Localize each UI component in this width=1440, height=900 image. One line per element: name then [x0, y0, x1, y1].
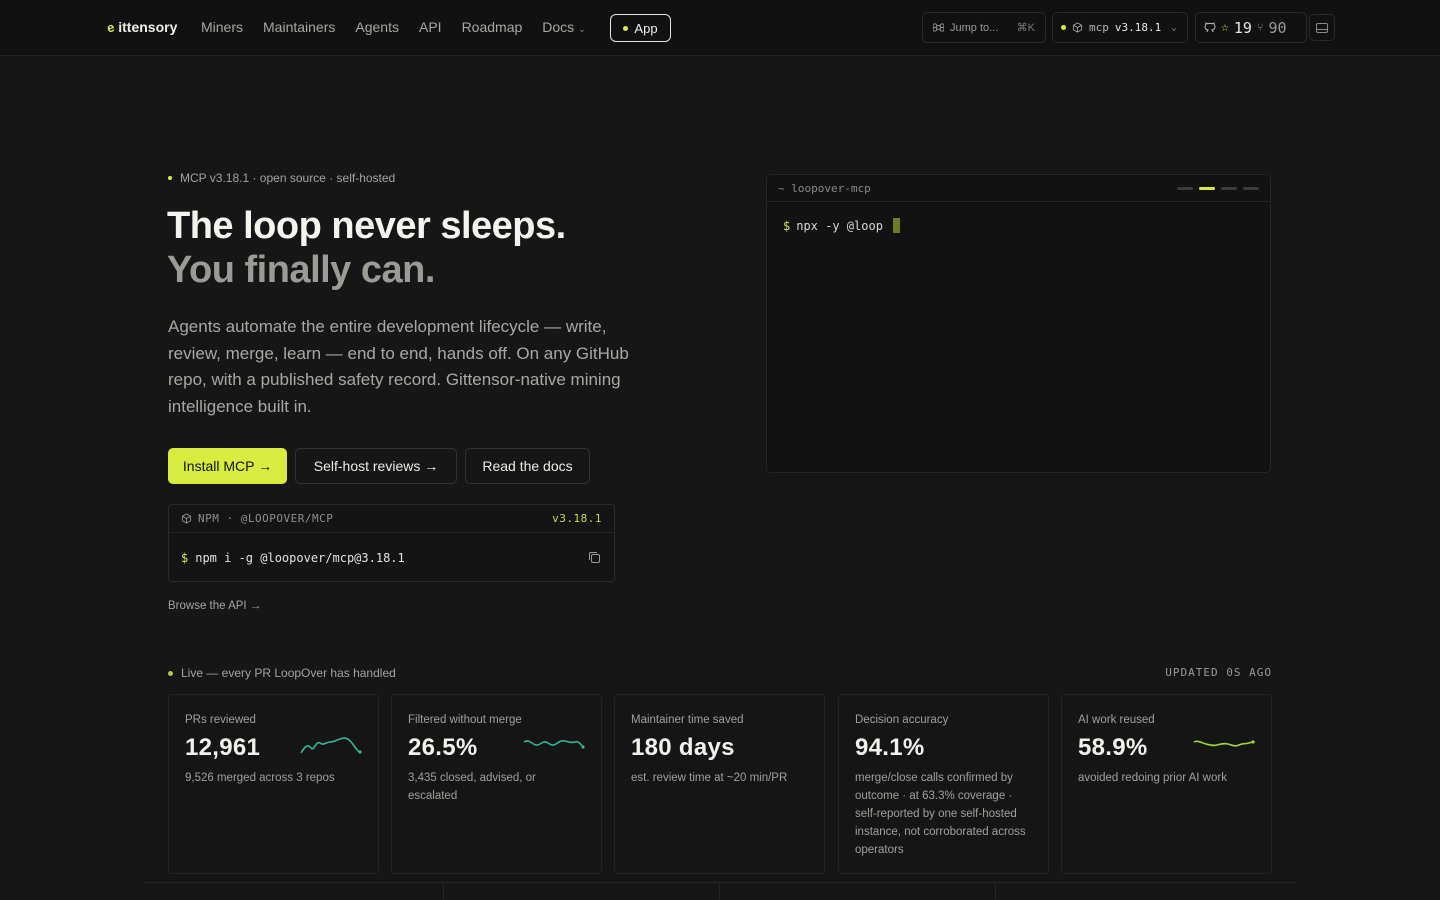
terminal-demo: ~ loopover-mcp $ npx -y @loop	[766, 174, 1271, 473]
terminal-command: npx -y @loop	[796, 218, 883, 233]
stat-sub: 3,435 closed, advised, or escalated	[408, 772, 536, 802]
version-value: v3.18.1	[1114, 21, 1162, 34]
star-count: 19	[1233, 18, 1252, 37]
stat-value: 12,961	[185, 734, 261, 761]
updated-timestamp: UPDATED 0S AGO	[1165, 666, 1272, 679]
star-icon: ☆	[1221, 20, 1229, 35]
chevron-down-icon: ⌄	[578, 24, 586, 34]
logo-text: ittensory	[118, 19, 178, 35]
nav-link-api[interactable]: API	[419, 19, 442, 35]
stat-card-filtered: Filtered without merge 26.5% 3,435 close…	[391, 694, 602, 874]
nav-link-docs-label: Docs	[542, 19, 575, 35]
eyebrow-text: MCP v3.18.1 · open source · self-hosted	[180, 171, 396, 185]
column-divider	[995, 883, 996, 900]
self-host-reviews-button[interactable]: Self-host reviews →	[295, 448, 457, 484]
browse-api-link[interactable]: Browse the API →	[168, 600, 261, 612]
stat-card-time-saved: Maintainer time saved 180 days est. revi…	[614, 694, 825, 874]
live-label: Live — every PR LoopOver has handled	[168, 666, 396, 680]
live-dot-icon	[168, 670, 173, 676]
install-mcp-button[interactable]: Install MCP →	[168, 448, 287, 484]
stat-label: Decision accuracy	[855, 714, 949, 726]
nav-links: Miners Maintainers Agents API Roadmap Do…	[201, 19, 586, 35]
nav-link-docs[interactable]: Docs ⌄	[542, 19, 585, 35]
pager-dot-1[interactable]	[1177, 186, 1193, 190]
nav-link-maintainers[interactable]: Maintainers	[263, 19, 335, 35]
stat-sub: merge/close calls confirmed by outcome ·…	[855, 772, 1026, 856]
dock-toggle-button[interactable]	[1309, 14, 1335, 41]
live-label-text: Live — every PR LoopOver has handled	[181, 666, 396, 680]
stat-card-prs-reviewed: PRs reviewed 12,961 9,526 merged across …	[168, 694, 379, 874]
logo-mark-icon: e	[105, 18, 117, 36]
package-icon	[181, 513, 192, 524]
read-docs-button[interactable]: Read the docs	[465, 448, 590, 484]
github-icon	[1204, 21, 1216, 32]
terminal-header: ~ loopover-mcp	[767, 175, 1270, 202]
top-nav: e ittensory Miners Maintainers Agents AP…	[0, 0, 1440, 56]
npm-prompt: $	[181, 550, 189, 565]
panel-icon	[1316, 22, 1328, 33]
command-icon	[933, 23, 944, 32]
jump-shortcut: ⌘K	[1016, 22, 1035, 34]
pager-dot-4[interactable]	[1243, 186, 1259, 190]
pager-dot-3[interactable]	[1221, 186, 1237, 190]
terminal-pager	[1177, 186, 1259, 190]
stat-card-ai-reused: AI work reused 58.9% avoided redoing pri…	[1061, 694, 1272, 874]
stat-label: Filtered without merge	[408, 714, 522, 726]
pager-dot-2[interactable]	[1199, 186, 1215, 190]
logo[interactable]: e ittensory	[105, 18, 178, 36]
hero-eyebrow: MCP v3.18.1 · open source · self-hosted	[168, 171, 395, 185]
terminal-cursor	[892, 218, 900, 233]
fork-count: 90	[1268, 18, 1287, 37]
jump-to-search[interactable]: Jump to... ⌘K	[922, 12, 1046, 43]
column-divider	[719, 883, 720, 900]
terminal-body: $ npx -y @loop	[767, 202, 1270, 249]
status-dot-icon	[623, 25, 629, 31]
eyebrow-dot-icon	[168, 176, 172, 180]
version-prefix: mcp	[1089, 21, 1109, 34]
app-button-label: App	[634, 20, 658, 36]
github-stats[interactable]: ☆ 19 ⑂ 90	[1195, 12, 1307, 43]
stat-value: 94.1%	[855, 734, 925, 761]
npm-header: NPM · @LOOPOVER/MCP v3.18.1	[169, 505, 614, 533]
sparkline-icon	[523, 739, 585, 749]
column-divider	[443, 883, 444, 900]
version-status-dot-icon	[1061, 25, 1066, 30]
stat-card-accuracy: Decision accuracy 94.1% merge/close call…	[838, 694, 1049, 874]
npm-install-box: NPM · @LOOPOVER/MCP v3.18.1 $ npm i -g @…	[168, 504, 615, 582]
nav-link-roadmap[interactable]: Roadmap	[462, 19, 523, 35]
copy-icon	[588, 552, 600, 563]
stat-value: 26.5%	[408, 734, 478, 761]
sparkline-icon	[300, 737, 362, 754]
npm-command[interactable]: npm i -g @loopover/mcp@3.18.1	[195, 551, 405, 565]
version-chevron-icon: ⌄	[1171, 22, 1177, 33]
copy-button[interactable]	[586, 550, 602, 566]
stat-label: AI work reused	[1078, 714, 1155, 726]
terminal-title: ~ loopover-mcp	[778, 181, 871, 195]
hero-lead: Agents automate the entire development l…	[168, 317, 629, 416]
app-button[interactable]: App	[610, 14, 671, 42]
stat-sub: 9,526 merged across 3 repos	[185, 772, 335, 784]
stat-value: 180 days	[631, 734, 735, 761]
nav-link-miners[interactable]: Miners	[201, 19, 243, 35]
stat-value: 58.9%	[1078, 734, 1148, 761]
package-icon	[1072, 22, 1083, 33]
jump-label: Jump to...	[950, 21, 999, 34]
sparkline-icon	[1193, 740, 1255, 747]
hero-title-line1: The loop never sleeps.	[167, 205, 566, 247]
stat-label: PRs reviewed	[185, 714, 256, 726]
version-selector[interactable]: mcp v3.18.1 ⌄	[1052, 12, 1188, 43]
hero-title-line2: You finally can.	[167, 249, 435, 291]
fork-icon: ⑂	[1256, 21, 1264, 34]
npm-label: NPM · @LOOPOVER/MCP	[198, 512, 334, 525]
stat-sub: est. review time at ~20 min/PR	[631, 772, 788, 784]
npm-command-row: $ npm i -g @loopover/mcp@3.18.1	[169, 533, 614, 582]
stat-label: Maintainer time saved	[631, 714, 744, 726]
terminal-prompt: $	[783, 218, 791, 233]
npm-version: v3.18.1	[552, 512, 602, 525]
nav-link-agents[interactable]: Agents	[355, 19, 399, 35]
stat-sub: avoided redoing prior AI work	[1078, 772, 1227, 784]
